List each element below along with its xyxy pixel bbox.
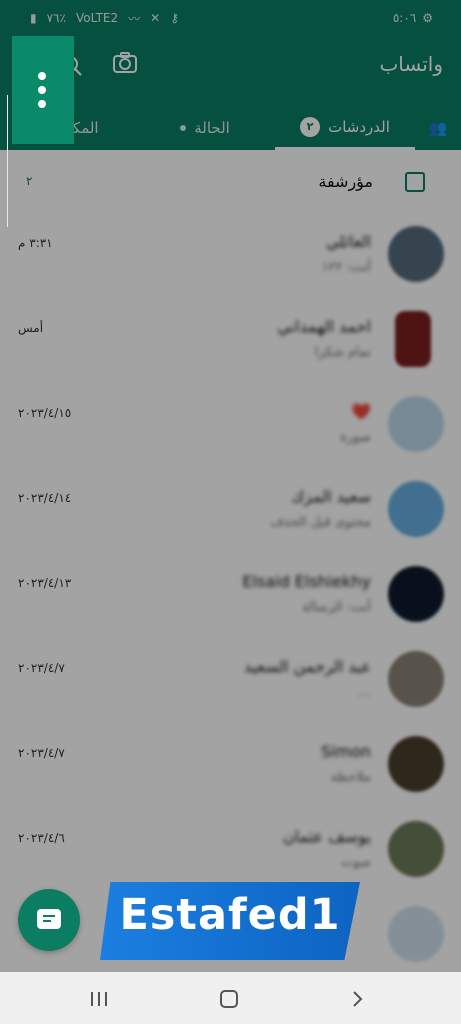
chat-icon: [37, 909, 61, 929]
watermark-text: Estafed1: [119, 890, 341, 940]
side-divider: [7, 95, 10, 227]
recent-apps-icon[interactable]: [86, 986, 112, 1012]
dim-overlay: [0, 0, 461, 972]
back-icon[interactable]: [344, 986, 370, 1012]
watermark: Estafed1: [100, 882, 360, 960]
overflow-menu-button[interactable]: [12, 36, 74, 144]
more-vert-icon: [38, 72, 48, 114]
new-chat-button[interactable]: [18, 889, 80, 951]
nav-bar: [0, 972, 461, 1024]
home-icon[interactable]: [216, 986, 242, 1012]
